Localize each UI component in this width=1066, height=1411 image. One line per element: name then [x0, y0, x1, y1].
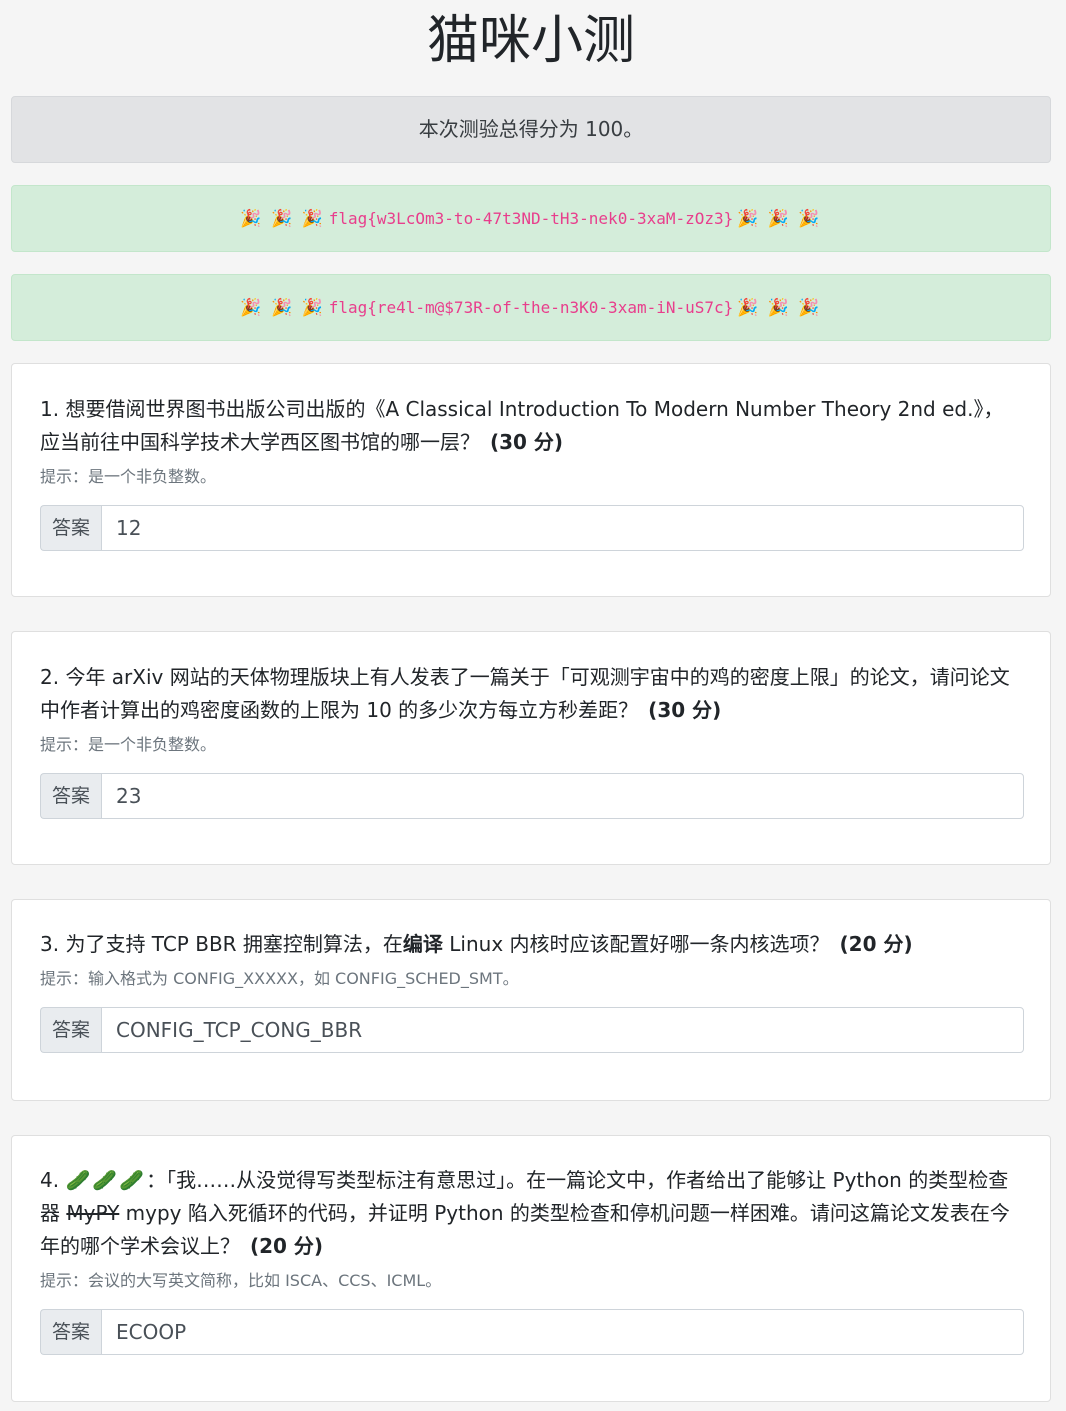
answer-input-4[interactable]: [101, 1309, 1024, 1355]
answer-label: 答案: [40, 505, 101, 551]
page-container: 猫咪小测 本次测验总得分为 100。 🎉 🎉 🎉 flag{w3LcOm3-to-…: [11, 0, 1051, 1402]
question-3-body-after: Linux 内核时应该配置好哪一条内核选项？: [442, 932, 830, 956]
score-alert: 本次测验总得分为 100。: [11, 96, 1051, 163]
question-2-body: 2. 今年 arXiv 网站的天体物理版块上有人发表了一篇关于「可观测宇宙中的鸡…: [40, 665, 1010, 722]
question-4-strike-text: MyPY: [66, 1201, 120, 1225]
party-popper-icon: 🎉 🎉 🎉: [240, 298, 325, 318]
answer-group-3: 答案: [40, 1007, 1024, 1053]
answer-label: 答案: [40, 773, 101, 819]
question-card-3: 3. 为了支持 TCP BBR 拥塞控制算法，在编译 Linux 内核时应该配置…: [11, 899, 1051, 1101]
question-card-2: 2. 今年 arXiv 网站的天体物理版块上有人发表了一篇关于「可观测宇宙中的鸡…: [11, 631, 1051, 865]
answer-input-2[interactable]: [101, 773, 1024, 819]
question-4-number: 4.: [40, 1168, 60, 1192]
flag-alert-2: 🎉 🎉 🎉 flag{re4l-m@$73R-of-the-n3K0-3xam-i…: [11, 274, 1051, 341]
question-3-hint: 提示：输入格式为 CONFIG_XXXXX，如 CONFIG_SCHED_SMT…: [40, 969, 519, 988]
question-text-1: 1. 想要借阅世界图书出版公司出版的《A Classical Introduct…: [40, 393, 1022, 459]
answer-input-1[interactable]: [101, 505, 1024, 551]
party-popper-icon: 🎉 🎉 🎉: [737, 209, 822, 229]
question-text-3: 3. 为了支持 TCP BBR 拥塞控制算法，在编译 Linux 内核时应该配置…: [40, 928, 1022, 961]
question-1-hint: 提示：是一个非负整数。: [40, 467, 217, 486]
question-4-body-after: mypy 陷入死循环的代码，并证明 Python 的类型检查和停机问题一样困难。…: [40, 1201, 1010, 1258]
question-text-4: 4. 🥒🥒🥒：「我……从没觉得写类型标注有意思过」。在一篇论文中，作者给出了能够…: [40, 1164, 1022, 1263]
answer-group-1: 答案: [40, 505, 1024, 551]
question-2-hint: 提示：是一个非负整数。: [40, 735, 217, 754]
question-card-4: 4. 🥒🥒🥒：「我……从没觉得写类型标注有意思过」。在一篇论文中，作者给出了能够…: [11, 1135, 1051, 1402]
question-text-2: 2. 今年 arXiv 网站的天体物理版块上有人发表了一篇关于「可观测宇宙中的鸡…: [40, 661, 1022, 727]
answer-group-4: 答案: [40, 1309, 1024, 1355]
question-3-points: (20 分): [839, 932, 913, 956]
page-title: 猫咪小测: [426, 11, 635, 71]
answer-label: 答案: [40, 1309, 101, 1355]
question-4-points: (20 分): [250, 1234, 324, 1258]
question-2-points: (30 分): [648, 698, 722, 722]
party-popper-icon: 🎉 🎉 🎉: [737, 298, 822, 318]
party-popper-icon: 🎉 🎉 🎉: [240, 209, 325, 229]
question-card-1: 1. 想要借阅世界图书出版公司出版的《A Classical Introduct…: [11, 363, 1051, 597]
answer-label: 答案: [40, 1007, 101, 1053]
question-3-body-before: 3. 为了支持 TCP BBR 拥塞控制算法，在: [40, 932, 403, 956]
answer-input-3[interactable]: [101, 1007, 1024, 1053]
flag-text-1: flag{w3LcOm3-to-47t3ND-tH3-nek0-3xaM-zOz…: [328, 209, 734, 228]
question-1-points: (30 分): [490, 430, 564, 454]
score-text: 本次测验总得分为 100。: [418, 117, 644, 141]
answer-group-2: 答案: [40, 773, 1024, 819]
flag-alert-1: 🎉 🎉 🎉 flag{w3LcOm3-to-47t3ND-tH3-nek0-3xa…: [11, 185, 1051, 252]
cucumber-icon: 🥒🥒🥒: [65, 1168, 147, 1192]
question-4-hint: 提示：会议的大写英文简称，比如 ISCA、CCS、ICML。: [40, 1271, 442, 1290]
question-3-bold-word: 编译: [402, 932, 443, 956]
flag-text-2: flag{re4l-m@$73R-of-the-n3K0-3xam-iN-uS7…: [328, 298, 734, 317]
